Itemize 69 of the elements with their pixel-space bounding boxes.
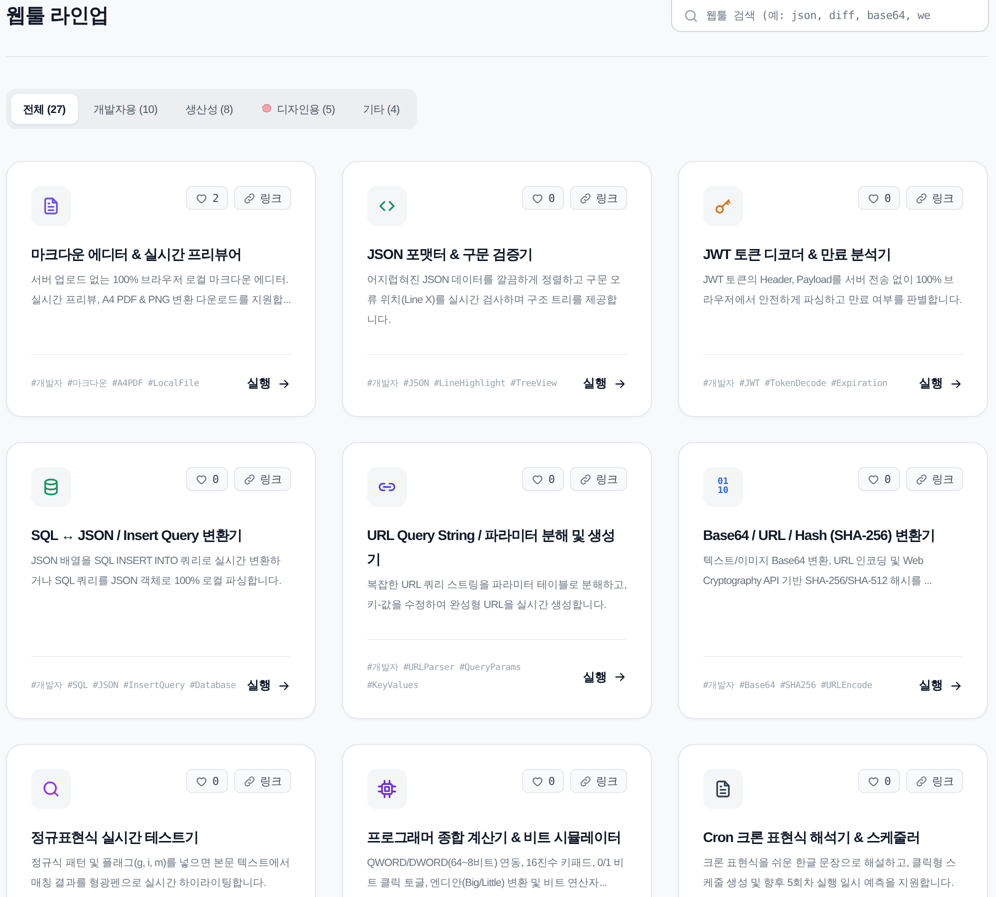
arrow-icon	[613, 670, 627, 684]
card-title: Cron 크론 표현식 해석기 & 스케줄러	[703, 828, 922, 847]
link-icon	[915, 192, 928, 204]
like-button[interactable]: 0	[858, 467, 900, 491]
link-icon	[579, 774, 592, 788]
card-description: 크론 표현식을 쉬운 한글 문장으로 해설하고, 클릭형 스케줄 생성 및 향후 5회차 실행 일시 예측을 지원합니다.	[703, 856, 958, 891]
category-tab[interactable]: 개발자용 (10)	[82, 94, 170, 124]
category-tab[interactable]: 전체 (27)	[11, 94, 78, 124]
card-title: Base64 / URL / Hash (SHA-256) 변환기	[703, 526, 936, 545]
run-link[interactable]: 실행	[919, 677, 963, 694]
card-description: JSON 배열을 SQL INSERT INTO 쿼리로 실시간 변환하거나 SQL 쿼리를 JSON 객체로 100% 로컬 파싱합니다.	[31, 554, 282, 589]
page-title: 웹툴 라인업	[6, 4, 109, 29]
category-tab[interactable]: 기타 (4)	[350, 94, 412, 124]
card-title: JWT 토큰 디코더 & 만료 분석기	[703, 245, 892, 264]
heart-icon	[531, 472, 544, 486]
like-button[interactable]: 0	[858, 769, 900, 793]
card-title: URL Query String / 파라미터 분해 및 생성기	[367, 526, 616, 569]
card-description: 복잡한 URL 쿼리 스트링을 파라미터 테이블로 분해하고, 키-값을 수정하여 완성형 URL을 실시간 생성합니다.	[367, 578, 627, 613]
link-icon	[243, 472, 256, 486]
card-title: JSON 포맷터 & 구문 검증기	[367, 245, 534, 264]
copy-link-button[interactable]: 링크	[570, 186, 627, 210]
like-button[interactable]: 0	[858, 186, 900, 210]
category-tab[interactable]: 디자인용 (5)	[248, 94, 347, 124]
card-description: 텍스트/이미지 Base64 변환, URL 인코딩 및 Web Cryptography API 기반 SHA-256/SHA-512 해시를 ...	[703, 554, 933, 589]
copy-link-button[interactable]: 링크	[906, 467, 963, 491]
card-description: 어지럽혀진 JSON 데이터를 깔끔하게 정렬하고 구문 오류 위치(Line X)를 실시간 검사하며 구조 트리를 제공합니다.	[367, 273, 622, 328]
card-description: 서버 업로드 없는 100% 브라우저 로컬 마크다운 에디터. 실시간 프리뷰, A4 PDF & PNG 변환 다운로드를 지원합...	[31, 273, 291, 308]
like-button[interactable]: 0	[186, 467, 228, 491]
link-icon	[915, 774, 928, 788]
card-description: JWT 토큰의 Header, Payload를 서버 전송 없이 100% 브라우저에서 안전하게 파싱하고 만료 여부를 판별합니다.	[703, 273, 963, 308]
copy-link-button[interactable]: 링크	[570, 769, 627, 793]
category-tab[interactable]: 생산성 (8)	[173, 94, 245, 124]
heart-icon	[195, 774, 208, 788]
run-link[interactable]: 실행	[583, 668, 627, 686]
heart-icon	[195, 192, 208, 204]
like-button[interactable]: 0	[522, 186, 564, 210]
like-button[interactable]: 0	[186, 769, 228, 793]
heart-icon	[867, 192, 880, 204]
like-button[interactable]: 0	[522, 769, 564, 793]
run-link[interactable]: 실행	[583, 375, 627, 392]
heart-icon	[867, 774, 880, 788]
card-title: 마크다운 에디터 & 실시간 프리뷰어	[31, 245, 242, 264]
link-icon	[915, 472, 928, 486]
link-icon	[243, 192, 256, 204]
card-title: SQL ↔ JSON / Insert Query 변환기	[31, 526, 244, 545]
copy-link-button[interactable]: 링크	[906, 769, 963, 793]
copy-link-button[interactable]: 링크	[234, 186, 291, 210]
run-link[interactable]: 실행	[247, 375, 291, 392]
run-link[interactable]: 실행	[247, 677, 291, 694]
copy-link-button[interactable]: 링크	[906, 186, 963, 210]
run-link[interactable]: 실행	[919, 375, 963, 392]
heart-icon	[531, 774, 544, 788]
link-icon	[579, 192, 592, 204]
search-field[interactable]: 웹툴 검색 (예: json, diff, base64, we	[671, 0, 989, 32]
card-description: 정규식 패턴 및 플래그(g, i, m)를 넣으면 본문 텍스트에서 매칭 결과를 형광펜으로 실시간 하이라이팅합니다.	[31, 856, 291, 891]
card-description: QWORD/DWORD(64~8비트) 연동, 16진수 키패드, 0/1 비트 클릭 토글, 엔디안(Big/Little) 변환 및 비트 연산자...	[367, 856, 625, 891]
like-button[interactable]: 2	[186, 186, 228, 210]
heart-icon	[195, 472, 208, 486]
binary-icon: 01 10	[718, 478, 728, 496]
copy-link-button[interactable]: 링크	[234, 467, 291, 491]
card-title: 프로그래머 종합 계산기 & 비트 시뮬레이터	[367, 828, 622, 847]
like-button[interactable]: 0	[522, 467, 564, 491]
link-icon	[579, 472, 592, 486]
copy-link-button[interactable]: 링크	[570, 467, 627, 491]
link-icon	[243, 774, 256, 788]
heart-icon	[531, 192, 544, 204]
card-title: 정규표현식 실시간 테스트기	[31, 828, 200, 847]
heart-icon	[867, 472, 880, 486]
copy-link-button[interactable]: 링크	[234, 769, 291, 793]
